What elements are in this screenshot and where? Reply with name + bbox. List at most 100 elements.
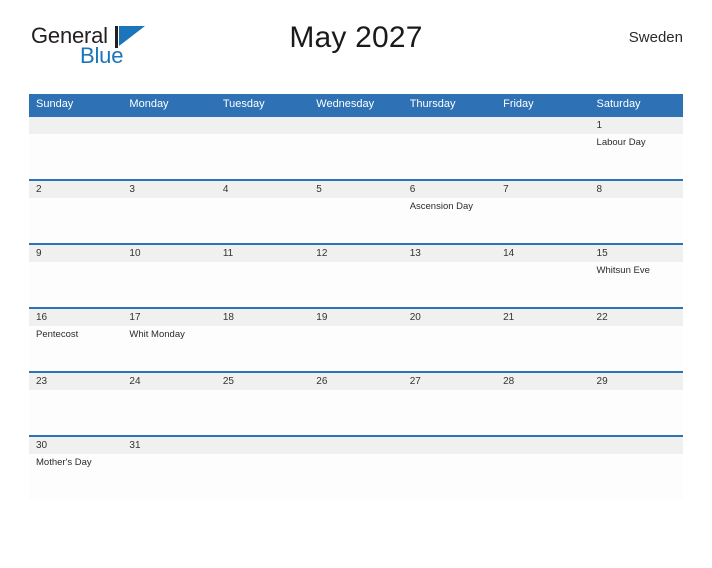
day-number[interactable]: [29, 117, 122, 134]
week-row: 1 Labour Day: [29, 115, 683, 179]
day-event: [216, 262, 309, 307]
day-event: [496, 262, 589, 307]
day-number[interactable]: 18: [216, 309, 309, 326]
day-number[interactable]: 20: [403, 309, 496, 326]
day-event: [309, 390, 402, 435]
day-event: [216, 134, 309, 179]
weekday-header-monday: Monday: [129, 98, 169, 110]
day-event: [29, 262, 122, 307]
week-event-band: Mother's Day: [29, 454, 683, 499]
day-number[interactable]: 14: [496, 245, 589, 262]
day-event: [29, 390, 122, 435]
day-number[interactable]: [122, 117, 215, 134]
page-header: General Blue May 2027 Sweden: [29, 18, 683, 76]
weekday-header-thursday: Thursday: [409, 98, 456, 110]
day-number[interactable]: 31: [122, 437, 215, 454]
day-number[interactable]: 25: [216, 373, 309, 390]
day-number[interactable]: 2: [29, 181, 122, 198]
day-number[interactable]: 5: [309, 181, 402, 198]
day-number[interactable]: 28: [496, 373, 589, 390]
day-event: Whitsun Eve: [596, 265, 650, 276]
week-day-number-band: 1: [29, 117, 683, 134]
week-event-band: Labour Day: [29, 134, 683, 179]
day-number[interactable]: 17: [122, 309, 215, 326]
weekday-header-friday: Friday: [503, 98, 534, 110]
day-number[interactable]: 16: [29, 309, 122, 326]
day-event: [122, 198, 215, 243]
day-number[interactable]: 7: [496, 181, 589, 198]
day-number[interactable]: [309, 437, 402, 454]
day-number[interactable]: [216, 117, 309, 134]
day-event: [122, 454, 215, 499]
day-number[interactable]: [590, 437, 683, 454]
day-number[interactable]: [403, 117, 496, 134]
day-number[interactable]: 30: [29, 437, 122, 454]
day-number[interactable]: 11: [216, 245, 309, 262]
week-row: 16 17 18 19 20 21 22 Pentecost Whit Mond…: [29, 307, 683, 371]
day-number[interactable]: 22: [590, 309, 683, 326]
day-event: [403, 134, 496, 179]
day-number[interactable]: 1: [590, 117, 683, 134]
day-number[interactable]: 26: [309, 373, 402, 390]
day-number[interactable]: [216, 437, 309, 454]
day-event: [29, 134, 122, 179]
day-number[interactable]: 13: [403, 245, 496, 262]
day-number[interactable]: 15: [590, 245, 683, 262]
day-event: [122, 134, 215, 179]
day-number[interactable]: [403, 437, 496, 454]
day-number[interactable]: 29: [590, 373, 683, 390]
day-number[interactable]: 10: [122, 245, 215, 262]
day-event: [496, 454, 589, 499]
day-event: [590, 454, 683, 499]
week-row: 2 3 4 5 6 7 8 Ascension Day: [29, 179, 683, 243]
day-event: Mother's Day: [36, 457, 92, 468]
day-number[interactable]: [309, 117, 402, 134]
day-event: [122, 262, 215, 307]
day-number[interactable]: [496, 117, 589, 134]
day-event: [216, 326, 309, 371]
day-event: [216, 390, 309, 435]
day-number[interactable]: 12: [309, 245, 402, 262]
week-row: 23 24 25 26 27 28 29: [29, 371, 683, 435]
day-event: [403, 326, 496, 371]
weekday-header-row: Sunday Monday Tuesday Wednesday Thursday…: [29, 94, 683, 115]
day-event: [590, 326, 683, 371]
day-event: [122, 390, 215, 435]
week-row: 9 10 11 12 13 14 15 Whitsun Eve: [29, 243, 683, 307]
week-day-number-band: 16 17 18 19 20 21 22: [29, 309, 683, 326]
day-event: [309, 198, 402, 243]
day-event: [309, 326, 402, 371]
country-label: Sweden: [628, 29, 683, 46]
calendar-page: General Blue May 2027 Sweden Sunday Mond…: [0, 18, 712, 568]
day-number[interactable]: 23: [29, 373, 122, 390]
day-number[interactable]: 24: [122, 373, 215, 390]
day-event: [590, 198, 683, 243]
day-event: Ascension Day: [409, 201, 474, 212]
calendar-grid: Sunday Monday Tuesday Wednesday Thursday…: [29, 94, 683, 499]
day-event: Pentecost: [36, 329, 79, 340]
day-number[interactable]: 19: [309, 309, 402, 326]
day-number[interactable]: 27: [403, 373, 496, 390]
week-event-band: Ascension Day: [29, 198, 683, 243]
day-number[interactable]: 9: [29, 245, 122, 262]
day-event: [309, 454, 402, 499]
day-number[interactable]: 8: [590, 181, 683, 198]
week-row: 30 31 Mother's Day: [29, 435, 683, 499]
week-event-band: Pentecost Whit Monday: [29, 326, 683, 371]
day-event: [496, 198, 589, 243]
day-event: [216, 198, 309, 243]
day-number[interactable]: 6: [403, 181, 496, 198]
week-day-number-band: 23 24 25 26 27 28 29: [29, 373, 683, 390]
day-event: [29, 198, 122, 243]
day-event: [309, 134, 402, 179]
week-event-band: [29, 390, 683, 435]
day-event: [403, 262, 496, 307]
weekday-header-tuesday: Tuesday: [222, 98, 265, 110]
day-number[interactable]: 3: [122, 181, 215, 198]
day-event: [403, 390, 496, 435]
day-number[interactable]: [496, 437, 589, 454]
day-event: [496, 134, 589, 179]
day-number[interactable]: 21: [496, 309, 589, 326]
day-number[interactable]: 4: [216, 181, 309, 198]
page-title: May 2027: [289, 21, 423, 54]
